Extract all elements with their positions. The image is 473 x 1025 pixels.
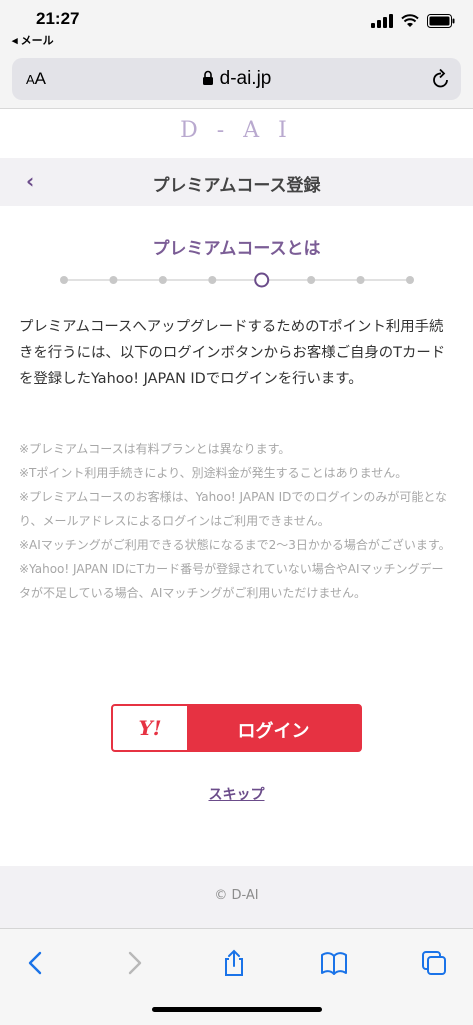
system-icons: [371, 14, 455, 28]
browser-forward-icon[interactable]: [120, 949, 148, 977]
login-button-label: ログイン: [237, 721, 310, 742]
copyright-text: © D-AI: [214, 888, 259, 903]
yahoo-login-button[interactable]: Y! ログイン: [111, 704, 362, 752]
wifi-icon: [401, 14, 419, 27]
url-text: d-ai.jp: [219, 68, 272, 89]
step-dot-current: [254, 272, 270, 288]
page-title: プレミアムコース登録: [152, 176, 321, 196]
section-heading: プレミアムコースとは: [152, 239, 321, 259]
status-bar: 21:27 ◂ メール: [0, 0, 473, 52]
clock: 21:27: [36, 9, 80, 28]
site-footer: © D-AI: [0, 866, 473, 928]
home-indicator: [152, 1007, 322, 1012]
share-icon[interactable]: [220, 949, 248, 977]
step-dot: [158, 276, 167, 284]
page-nav-bar: ‹ プレミアムコース登録: [0, 158, 473, 206]
tabs-icon[interactable]: [420, 949, 448, 977]
notes-list: ※プレミアムコースは有料プランとは異なります。 ※Tポイント利用手続きにより、別…: [19, 437, 455, 605]
note-item: ※Tポイント利用手続きにより、別途料金が発生することはありません。: [19, 466, 408, 480]
browser-back-icon[interactable]: [22, 949, 50, 977]
step-indicator: [60, 272, 414, 288]
step-dot: [307, 276, 316, 284]
note-item: ※Yahoo! JAPAN IDにTカード番号が登録されていない場合やAIマッチ…: [19, 562, 444, 600]
bookmarks-icon[interactable]: [320, 949, 348, 977]
yahoo-logo: Y!: [113, 706, 187, 750]
url-display[interactable]: d-ai.jp: [12, 68, 461, 90]
reload-icon[interactable]: [431, 68, 451, 90]
note-item: ※プレミアムコースのお客様は、Yahoo! JAPAN IDでのログインのみが可…: [19, 490, 447, 528]
url-bar[interactable]: AAAA d-ai.jp: [12, 58, 461, 100]
step-dot: [60, 276, 68, 284]
note-item: ※プレミアムコースは有料プランとは異なります。: [19, 442, 291, 456]
back-to-mail-link[interactable]: ◂ メール: [12, 32, 54, 48]
step-dot: [356, 276, 365, 284]
step-dot: [406, 276, 414, 284]
battery-icon: [427, 14, 455, 28]
browser-address-area: AAAA d-ai.jp: [0, 52, 473, 109]
skip-link[interactable]: スキップ: [0, 784, 473, 804]
site-logo[interactable]: D - A I: [0, 118, 473, 143]
step-dot: [109, 276, 118, 284]
lock-icon: [202, 70, 213, 85]
intro-text: プレミアムコースへアップグレードするためのTポイント利用手続きを行うには、以下の…: [19, 319, 446, 387]
note-item: ※AIマッチングがご利用できる状態になるまで2〜3日かかる場合がございます。: [19, 538, 451, 552]
step-dot: [208, 276, 217, 284]
cellular-signal-icon: [371, 14, 393, 28]
